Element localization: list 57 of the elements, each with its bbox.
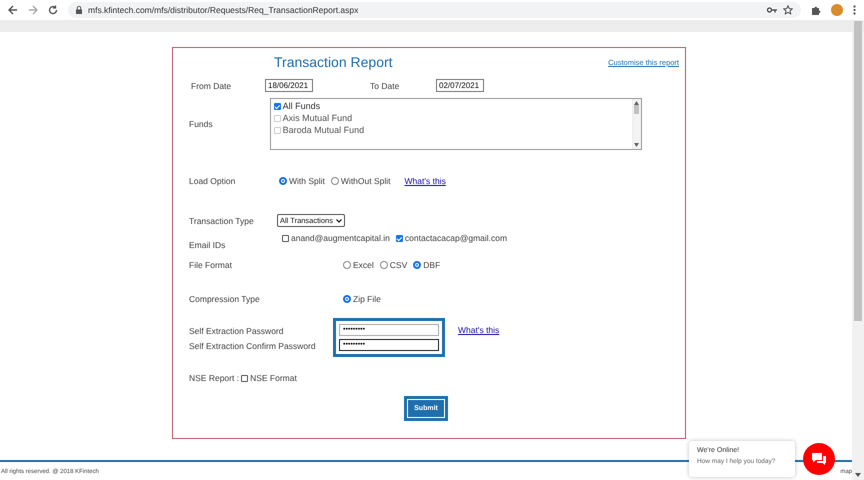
avatar-icon[interactable]: [831, 4, 843, 16]
fund-label: All Funds: [282, 101, 320, 111]
checkbox[interactable]: [274, 102, 281, 110]
field-label: File Format: [189, 260, 233, 270]
field-label: Funds: [189, 119, 213, 129]
option-label: Zip File: [353, 294, 381, 304]
checkbox[interactable]: [396, 234, 403, 242]
key-icon[interactable]: [767, 7, 777, 13]
puzzle-icon[interactable]: [811, 5, 821, 15]
option-label: CSV: [390, 260, 408, 270]
email-label: anand@augmentcapital.in: [291, 233, 390, 243]
radio-button[interactable]: [343, 261, 351, 269]
option-label: NSE Format: [250, 373, 297, 383]
date-field[interactable]: 02/07/2021: [436, 79, 484, 92]
url-text: mfs.kfintech.com/mfs/distributor/Requests/Req_TransactionReport.aspx: [88, 5, 360, 15]
checkbox[interactable]: [241, 374, 248, 382]
whats-this-link[interactable]: What's this: [404, 176, 446, 186]
field-label: Email IDs: [189, 240, 226, 250]
chat-button[interactable]: [803, 443, 835, 475]
chat-bubble-icon: [811, 452, 827, 466]
radio-button[interactable]: [343, 295, 351, 303]
option-label: DBF: [423, 260, 440, 270]
address-bar[interactable]: mfs.kfintech.com/mfs/distributor/Requests/Req_TransactionReport.aspx: [68, 2, 801, 18]
whats-this-link[interactable]: What's this: [458, 325, 500, 335]
radio-button[interactable]: [413, 261, 422, 269]
option-label: Excel: [353, 260, 374, 270]
lock-icon: [76, 6, 82, 14]
radio-button[interactable]: [380, 261, 388, 269]
scroll-thumb[interactable]: [854, 21, 862, 321]
reload-icon[interactable]: [48, 5, 58, 15]
scroll-down-icon[interactable]: [634, 143, 640, 147]
fund-label: Axis Mutual Fund: [282, 113, 352, 123]
field-label: Load Option: [189, 176, 236, 186]
report-title: Transaction Report: [274, 54, 393, 70]
radio-button[interactable]: [330, 177, 339, 185]
option-label: WithOut Split: [340, 176, 391, 186]
radio-button[interactable]: [279, 177, 287, 185]
checkbox[interactable]: [282, 234, 289, 242]
back-icon[interactable]: [8, 5, 18, 15]
chevron-down-icon: [336, 218, 342, 222]
scroll-thumb[interactable]: [634, 105, 640, 114]
field-label: Compression Type: [189, 294, 261, 304]
field-label: Self Extraction Confirm Password: [189, 341, 317, 351]
list-scrollbar[interactable]: [632, 99, 641, 149]
scroll-down-icon[interactable]: [855, 473, 861, 477]
field-label: Self Extraction Password: [189, 326, 284, 336]
field-label: Transaction Type: [189, 216, 255, 226]
date-field[interactable]: 18/06/2021: [265, 79, 313, 92]
fund-label: Baroda Mutual Fund: [282, 125, 364, 135]
forward-icon[interactable]: [28, 5, 38, 15]
email-label: contactacacap@gmail.com: [404, 233, 508, 243]
star-icon[interactable]: [783, 5, 793, 15]
option-label: With Split: [289, 176, 325, 186]
field-label: From Date: [191, 80, 232, 90]
field-label: NSE Report :: [189, 373, 240, 383]
menu-icon[interactable]: [853, 5, 856, 15]
field-label: To Date: [370, 80, 400, 90]
